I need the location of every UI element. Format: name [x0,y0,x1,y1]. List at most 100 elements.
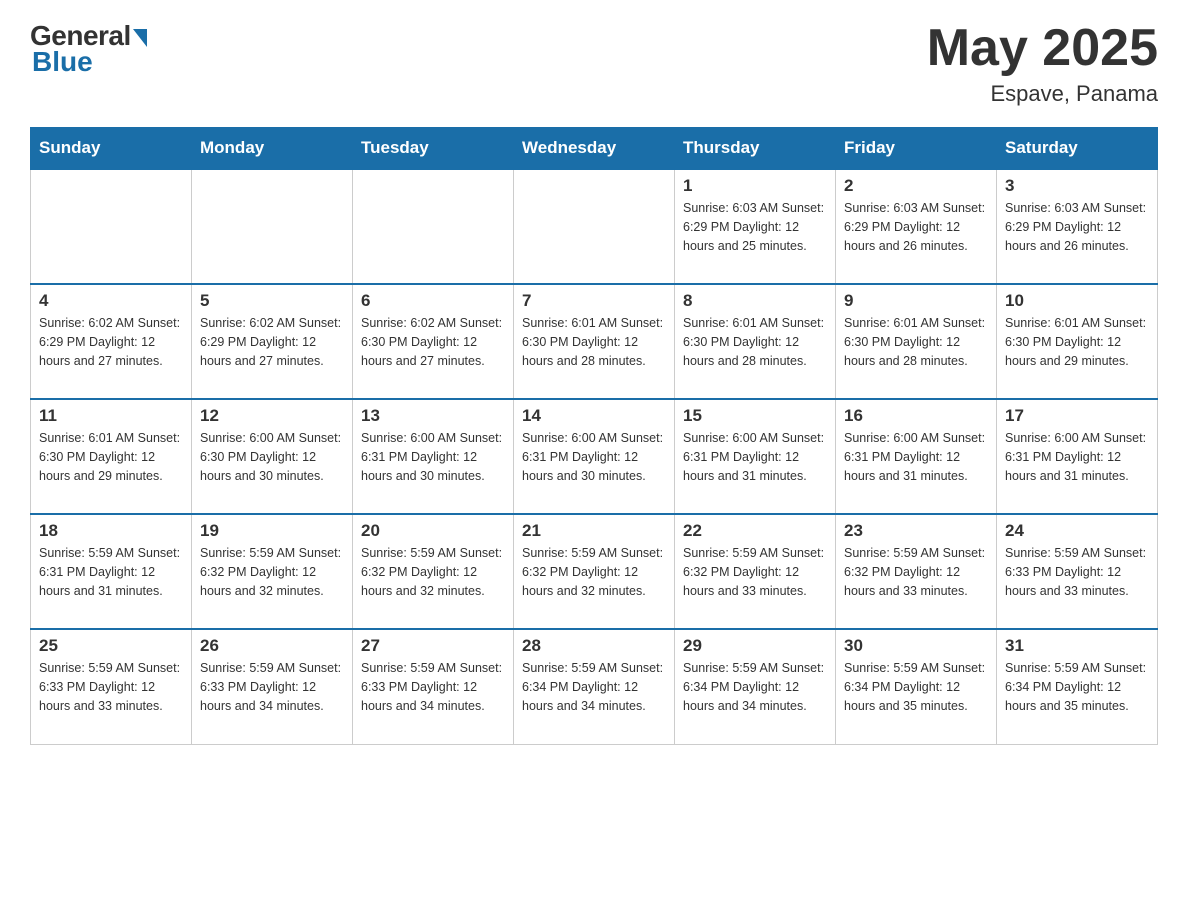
day-info: Sunrise: 6:01 AM Sunset: 6:30 PM Dayligh… [39,429,183,485]
day-number: 9 [844,291,988,311]
calendar-week-row: 11 Sunrise: 6:01 AM Sunset: 6:30 PM Dayli… [31,399,1158,514]
day-number: 11 [39,406,183,426]
day-number: 27 [361,636,505,656]
calendar-cell: 10Sunrise: 6:01 AM Sunset: 6:30 PM Dayli… [997,284,1158,399]
calendar-cell: 9Sunrise: 6:01 AM Sunset: 6:30 PM Daylig… [836,284,997,399]
day-number: 13 [361,406,505,426]
day-number: 2 [844,176,988,196]
column-header-thursday: Thursday [675,128,836,170]
calendar-cell: 5Sunrise: 6:02 AM Sunset: 6:29 PM Daylig… [192,284,353,399]
day-number: 8 [683,291,827,311]
day-info: Sunrise: 5:59 AM Sunset: 6:34 PM Dayligh… [683,659,827,715]
day-info: Sunrise: 5:59 AM Sunset: 6:33 PM Dayligh… [361,659,505,715]
location-text: Espave, Panama [927,81,1158,107]
calendar-cell [353,169,514,284]
column-header-tuesday: Tuesday [353,128,514,170]
calendar-cell: 11 Sunrise: 6:01 AM Sunset: 6:30 PM Dayli… [31,399,192,514]
column-header-friday: Friday [836,128,997,170]
calendar-cell: 17Sunrise: 6:00 AM Sunset: 6:31 PM Dayli… [997,399,1158,514]
day-info: Sunrise: 5:59 AM Sunset: 6:34 PM Dayligh… [522,659,666,715]
day-number: 21 [522,521,666,541]
day-info: Sunrise: 6:02 AM Sunset: 6:30 PM Dayligh… [361,314,505,370]
calendar-header-row: SundayMondayTuesdayWednesdayThursdayFrid… [31,128,1158,170]
day-number: 31 [1005,636,1149,656]
column-header-sunday: Sunday [31,128,192,170]
day-number: 22 [683,521,827,541]
calendar-cell: 4Sunrise: 6:02 AM Sunset: 6:29 PM Daylig… [31,284,192,399]
day-number: 4 [39,291,183,311]
day-number: 28 [522,636,666,656]
day-number: 29 [683,636,827,656]
day-info: Sunrise: 6:01 AM Sunset: 6:30 PM Dayligh… [522,314,666,370]
day-info: Sunrise: 6:00 AM Sunset: 6:31 PM Dayligh… [844,429,988,485]
calendar-cell: 31 Sunrise: 5:59 AM Sunset: 6:34 PM Dayli… [997,629,1158,744]
calendar-cell: 23 Sunrise: 5:59 AM Sunset: 6:32 PM Dayli… [836,514,997,629]
day-info: Sunrise: 5:59 AM Sunset: 6:32 PM Dayligh… [361,544,505,600]
calendar-cell: 2 Sunrise: 6:03 AM Sunset: 6:29 PM Daylig… [836,169,997,284]
calendar-week-row: 4Sunrise: 6:02 AM Sunset: 6:29 PM Daylig… [31,284,1158,399]
day-number: 24 [1005,521,1149,541]
day-number: 10 [1005,291,1149,311]
logo-arrow-icon [133,29,147,47]
day-info: Sunrise: 5:59 AM Sunset: 6:33 PM Dayligh… [1005,544,1149,600]
day-info: Sunrise: 5:59 AM Sunset: 6:33 PM Dayligh… [200,659,344,715]
calendar-cell: 22 Sunrise: 5:59 AM Sunset: 6:32 PM Dayli… [675,514,836,629]
day-number: 7 [522,291,666,311]
calendar-cell: 12 Sunrise: 6:00 AM Sunset: 6:30 PM Dayli… [192,399,353,514]
day-number: 17 [1005,406,1149,426]
day-number: 1 [683,176,827,196]
day-info: Sunrise: 5:59 AM Sunset: 6:34 PM Dayligh… [844,659,988,715]
calendar-cell: 20Sunrise: 5:59 AM Sunset: 6:32 PM Dayli… [353,514,514,629]
calendar-cell: 26 Sunrise: 5:59 AM Sunset: 6:33 PM Dayli… [192,629,353,744]
day-number: 19 [200,521,344,541]
calendar-cell: 19Sunrise: 5:59 AM Sunset: 6:32 PM Dayli… [192,514,353,629]
calendar-table: SundayMondayTuesdayWednesdayThursdayFrid… [30,127,1158,745]
day-info: Sunrise: 6:00 AM Sunset: 6:31 PM Dayligh… [683,429,827,485]
day-number: 15 [683,406,827,426]
calendar-week-row: 18Sunrise: 5:59 AM Sunset: 6:31 PM Dayli… [31,514,1158,629]
day-number: 18 [39,521,183,541]
column-header-wednesday: Wednesday [514,128,675,170]
day-info: Sunrise: 5:59 AM Sunset: 6:33 PM Dayligh… [39,659,183,715]
day-number: 12 [200,406,344,426]
day-info: Sunrise: 5:59 AM Sunset: 6:32 PM Dayligh… [844,544,988,600]
calendar-cell: 13 Sunrise: 6:00 AM Sunset: 6:31 PM Dayli… [353,399,514,514]
day-info: Sunrise: 6:01 AM Sunset: 6:30 PM Dayligh… [683,314,827,370]
calendar-cell: 25 Sunrise: 5:59 AM Sunset: 6:33 PM Dayli… [31,629,192,744]
day-number: 25 [39,636,183,656]
day-number: 3 [1005,176,1149,196]
logo-blue-text: Blue [32,46,93,78]
day-info: Sunrise: 6:00 AM Sunset: 6:30 PM Dayligh… [200,429,344,485]
page-header: General Blue May 2025 Espave, Panama [30,20,1158,107]
calendar-week-row: 25 Sunrise: 5:59 AM Sunset: 6:33 PM Dayli… [31,629,1158,744]
calendar-cell: 6 Sunrise: 6:02 AM Sunset: 6:30 PM Daylig… [353,284,514,399]
day-number: 23 [844,521,988,541]
day-info: Sunrise: 6:03 AM Sunset: 6:29 PM Dayligh… [1005,199,1149,255]
day-info: Sunrise: 5:59 AM Sunset: 6:32 PM Dayligh… [683,544,827,600]
day-info: Sunrise: 5:59 AM Sunset: 6:34 PM Dayligh… [1005,659,1149,715]
day-number: 14 [522,406,666,426]
column-header-monday: Monday [192,128,353,170]
logo: General Blue [30,20,147,78]
month-title: May 2025 [927,20,1158,77]
day-number: 16 [844,406,988,426]
day-number: 5 [200,291,344,311]
calendar-cell: 30 Sunrise: 5:59 AM Sunset: 6:34 PM Dayli… [836,629,997,744]
calendar-cell: 28 Sunrise: 5:59 AM Sunset: 6:34 PM Dayli… [514,629,675,744]
calendar-cell: 16 Sunrise: 6:00 AM Sunset: 6:31 PM Dayli… [836,399,997,514]
calendar-cell: 27 Sunrise: 5:59 AM Sunset: 6:33 PM Dayli… [353,629,514,744]
calendar-cell: 8 Sunrise: 6:01 AM Sunset: 6:30 PM Daylig… [675,284,836,399]
calendar-cell: 15 Sunrise: 6:00 AM Sunset: 6:31 PM Dayli… [675,399,836,514]
day-info: Sunrise: 6:00 AM Sunset: 6:31 PM Dayligh… [361,429,505,485]
calendar-week-row: 1 Sunrise: 6:03 AM Sunset: 6:29 PM Daylig… [31,169,1158,284]
day-number: 30 [844,636,988,656]
calendar-cell [192,169,353,284]
day-number: 26 [200,636,344,656]
day-info: Sunrise: 6:03 AM Sunset: 6:29 PM Dayligh… [844,199,988,255]
calendar-cell: 1Sunrise: 6:03 AM Sunset: 6:29 PM Daylig… [675,169,836,284]
calendar-cell [514,169,675,284]
column-header-saturday: Saturday [997,128,1158,170]
day-number: 6 [361,291,505,311]
calendar-cell: 29 Sunrise: 5:59 AM Sunset: 6:34 PM Dayli… [675,629,836,744]
day-info: Sunrise: 6:00 AM Sunset: 6:31 PM Dayligh… [522,429,666,485]
